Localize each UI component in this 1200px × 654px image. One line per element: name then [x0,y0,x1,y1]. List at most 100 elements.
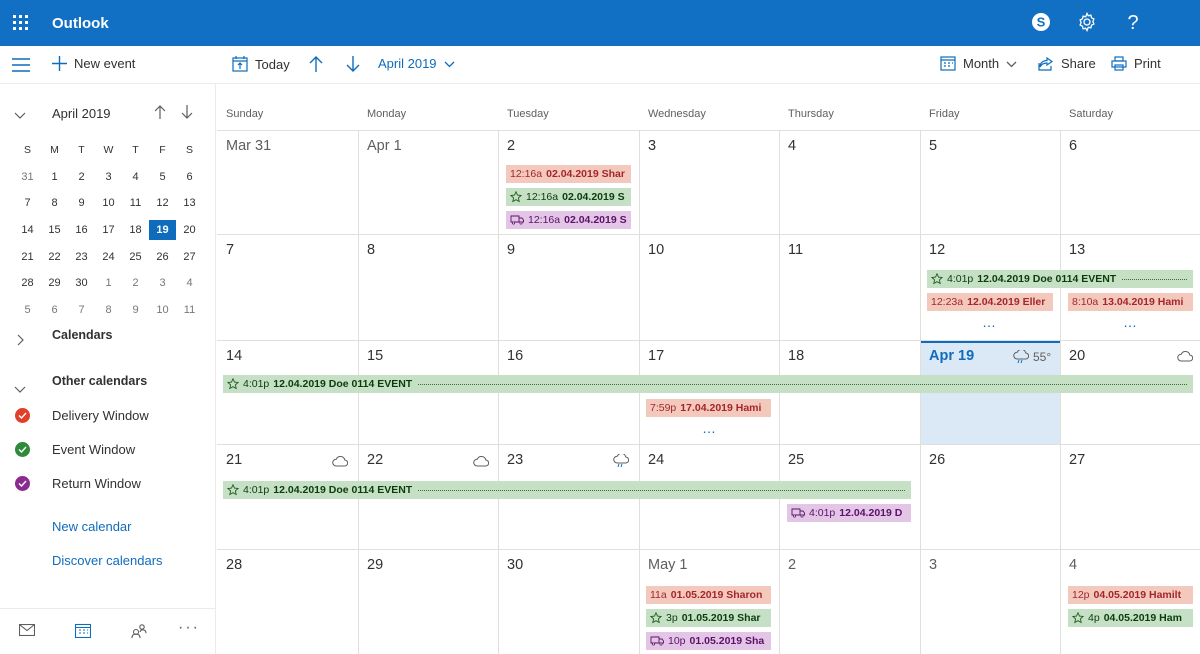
day-number[interactable]: 3 [929,557,937,573]
mini-day[interactable]: 10 [95,193,122,213]
mini-day-selected[interactable]: 19 [149,220,176,241]
app-launcher-icon[interactable] [13,15,29,31]
day-cell[interactable] [639,130,779,234]
calendar-event[interactable]: 12:23a 12.04.2019 Eller [927,293,1053,311]
mini-day[interactable]: 15 [41,220,68,240]
checkmark-icon[interactable] [15,407,30,423]
day-number[interactable]: 28 [226,557,242,573]
day-number[interactable]: 27 [1069,452,1085,468]
people-icon[interactable] [131,623,147,643]
day-number[interactable]: 2 [788,557,796,573]
calendar-event[interactable]: 3p 01.05.2019 Shar [646,609,771,627]
print-button[interactable]: Print [1111,56,1161,71]
mini-day[interactable]: 9 [122,300,149,320]
calendar-event[interactable]: 4:01p 12.04.2019 Doe 0114 EVENT [223,481,911,499]
discover-calendars-link[interactable]: Discover calendars [52,553,163,568]
day-cell[interactable] [779,549,920,654]
calendar-event[interactable]: 12:16a 02.04.2019 S [506,188,631,206]
mini-day[interactable]: 6 [41,300,68,320]
mini-prev-arrow-icon[interactable] [154,105,166,122]
day-number[interactable]: 12 [929,242,945,258]
day-number[interactable]: 24 [648,452,664,468]
mini-day[interactable]: 27 [176,247,203,267]
mini-day[interactable]: 26 [149,247,176,267]
day-number[interactable]: 23 [507,452,523,468]
day-number[interactable]: 13 [1069,242,1085,258]
calendar-event[interactable]: 12:16a 02.04.2019 S [506,211,631,229]
day-number[interactable]: 11 [788,242,803,258]
day-cell[interactable] [217,234,358,340]
more-events-indicator[interactable]: … [982,314,998,330]
calendar-event[interactable]: 12p 04.05.2019 Hamilt [1068,586,1193,604]
calendar-event[interactable]: 11a 01.05.2019 Sharon [646,586,771,604]
mini-day[interactable]: 11 [122,193,149,213]
day-cell[interactable] [920,549,1060,654]
mini-day[interactable]: 25 [122,247,149,267]
mini-day[interactable]: 28 [14,273,41,293]
day-number[interactable]: Apr 1 [367,138,402,154]
mini-calendar-title[interactable]: April 2019 [52,106,111,121]
collapse-chevron-icon[interactable] [14,108,26,123]
mini-day[interactable]: 23 [68,247,95,267]
mini-day[interactable]: 21 [14,247,41,267]
hamburger-menu-icon[interactable] [12,58,30,72]
day-number[interactable]: May 1 [648,557,688,573]
calendar-event[interactable]: 4:01p 12.04.2019 D [787,504,911,522]
day-number[interactable]: Mar 31 [226,138,271,154]
mini-day[interactable]: 3 [95,167,122,187]
help-icon[interactable]: ? [1122,12,1144,34]
mini-day[interactable]: 13 [176,193,203,213]
mini-day[interactable]: 10 [149,300,176,320]
day-number[interactable]: 26 [929,452,945,468]
new-event-button[interactable]: New event [52,56,135,71]
checkmark-icon[interactable] [15,475,30,491]
calendar-event[interactable]: 7:59p 17.04.2019 Hami [646,399,771,417]
day-number[interactable]: 7 [226,242,234,258]
day-number[interactable]: 15 [367,348,383,364]
mini-day[interactable]: 5 [14,300,41,320]
day-cell[interactable] [779,130,920,234]
day-number[interactable]: 3 [648,138,656,154]
mini-day[interactable]: 3 [149,273,176,293]
mini-day[interactable]: 4 [176,273,203,293]
settings-gear-icon[interactable] [1076,11,1098,34]
day-number[interactable]: 21 [226,452,242,468]
day-number[interactable]: 4 [788,138,796,154]
skype-icon[interactable]: S [1030,12,1052,34]
day-number[interactable]: 9 [507,242,515,258]
calendar-event[interactable]: 4:01p 12.04.2019 Doe 0114 EVENT [223,375,1193,393]
day-number[interactable]: 4 [1069,557,1077,573]
mini-day[interactable]: 6 [176,167,203,187]
next-month-arrow-icon[interactable] [346,56,360,72]
mini-day[interactable]: 24 [95,247,122,267]
mini-day[interactable]: 31 [14,167,41,187]
mini-day[interactable]: 7 [14,193,41,213]
calendar-event[interactable]: 4:01p 12.04.2019 Doe 0114 EVENT [927,270,1193,288]
day-number[interactable]: 20 [1069,348,1085,364]
checkmark-icon[interactable] [15,441,30,457]
day-cell[interactable] [358,234,498,340]
day-number[interactable]: 8 [367,242,375,258]
more-options-icon[interactable]: ··· [178,619,200,637]
day-number[interactable]: 22 [367,452,383,468]
day-number[interactable]: 14 [226,348,242,364]
previous-month-arrow-icon[interactable] [309,56,323,72]
day-number[interactable]: 25 [788,452,804,468]
mini-day[interactable]: 30 [68,273,95,293]
mini-day[interactable]: 8 [95,300,122,320]
mail-icon[interactable] [18,623,36,641]
day-number[interactable]: Apr 19 [929,348,974,364]
month-picker-dropdown[interactable]: April 2019 [378,56,455,71]
mini-day[interactable]: 2 [122,273,149,293]
mini-day[interactable]: 8 [41,193,68,213]
mini-day[interactable]: 20 [176,220,203,240]
calendar-event[interactable]: 12:16a 02.04.2019 Shar [506,165,631,183]
mini-day[interactable]: 5 [149,167,176,187]
day-number[interactable]: 16 [507,348,523,364]
calendar-event[interactable]: 8:10a 13.04.2019 Hami [1068,293,1193,311]
mini-day[interactable]: 7 [68,300,95,320]
day-number[interactable]: 6 [1069,138,1077,154]
mini-day[interactable]: 16 [68,220,95,240]
more-events-indicator[interactable]: … [1123,314,1139,330]
mini-day[interactable]: 17 [95,220,122,240]
